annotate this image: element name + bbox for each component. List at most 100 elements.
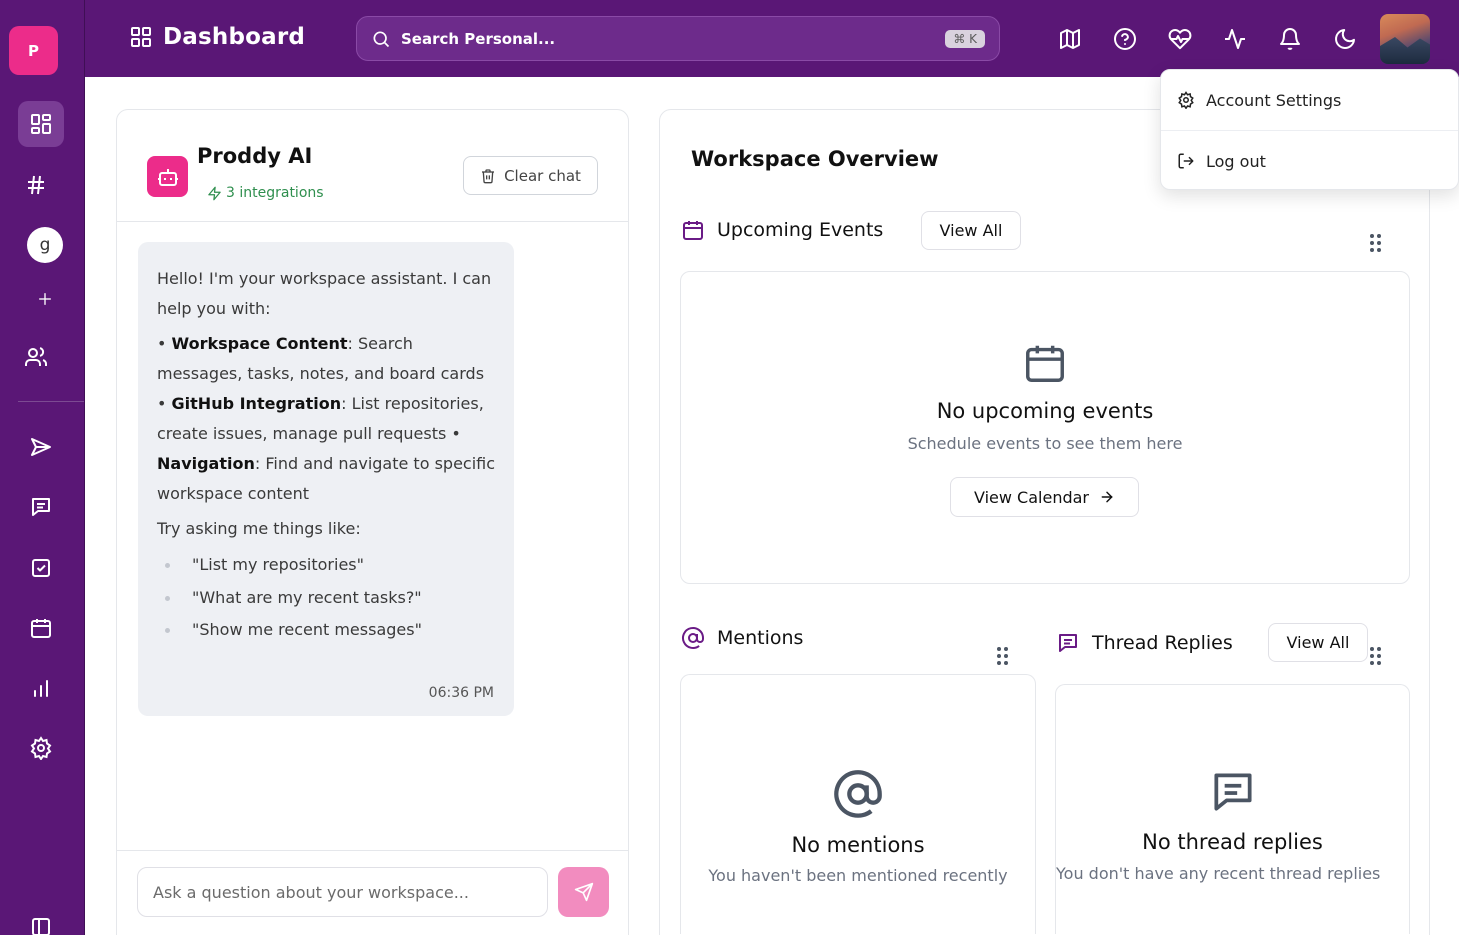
activity-icon bbox=[1225, 29, 1245, 49]
rail-collapse-button[interactable] bbox=[18, 904, 64, 935]
notifications-button[interactable] bbox=[1275, 24, 1305, 54]
rail-divider bbox=[18, 401, 84, 402]
assistant-message: Hello! I'm your workspace assistant. I c… bbox=[138, 242, 514, 716]
mentions-drag-handle[interactable] bbox=[997, 647, 1009, 667]
account-settings-label: Account Settings bbox=[1206, 90, 1342, 110]
chat-icon bbox=[1059, 634, 1077, 652]
threads-empty-subtitle: You don't have any recent thread replies bbox=[1056, 864, 1381, 883]
events-drag-handle[interactable] bbox=[1370, 234, 1382, 254]
mentions-empty-panel: No mentions You haven't been mentioned r… bbox=[680, 674, 1036, 934]
logout-label: Log out bbox=[1206, 151, 1266, 171]
user-avatar: g bbox=[27, 227, 63, 263]
clear-chat-button[interactable]: Clear chat bbox=[463, 156, 598, 195]
search-shortcut-badge: ⌘ K bbox=[945, 29, 985, 48]
threads-view-all-button[interactable]: View All bbox=[1268, 623, 1368, 662]
account-menu: Account Settings Log out bbox=[1160, 69, 1459, 190]
sidebar-toggle-icon bbox=[32, 918, 50, 935]
example-list: "List my repositories" "What are my rece… bbox=[157, 549, 496, 647]
message-intro: Hello! I'm your workspace assistant. I c… bbox=[157, 269, 492, 318]
overview-title: Workspace Overview bbox=[691, 147, 939, 171]
account-settings-item[interactable]: Account Settings bbox=[1161, 70, 1458, 130]
calendar-icon bbox=[31, 619, 51, 638]
events-empty-panel: No upcoming events Schedule events to se… bbox=[680, 271, 1410, 584]
moon-icon bbox=[1335, 29, 1355, 49]
rail-messages-button[interactable] bbox=[18, 484, 64, 530]
message-timestamp: 06:36 PM bbox=[428, 685, 494, 701]
integrations-label: 3 integrations bbox=[226, 185, 324, 201]
message-try-label: Try asking me things like: bbox=[157, 519, 361, 538]
search-icon bbox=[373, 31, 390, 47]
settings-icon bbox=[30, 736, 52, 760]
tasks-icon bbox=[32, 559, 50, 577]
chat-icon bbox=[1214, 773, 1252, 811]
page-title-text: Dashboard bbox=[163, 24, 306, 50]
bot-badge bbox=[147, 156, 188, 197]
send-icon bbox=[574, 882, 593, 902]
rail-dashboard-button[interactable] bbox=[18, 101, 64, 147]
bell-icon bbox=[1280, 28, 1300, 50]
rail-add-button[interactable] bbox=[22, 276, 68, 322]
rail-user-button[interactable]: g bbox=[22, 222, 68, 268]
events-empty-subtitle: Schedule events to see them here bbox=[907, 434, 1183, 453]
mentions-title: Mentions bbox=[717, 627, 804, 649]
search-input[interactable]: Search Personal... ⌘ K bbox=[356, 16, 1000, 61]
calendar-icon bbox=[1026, 345, 1064, 382]
profile-avatar[interactable] bbox=[1380, 14, 1430, 64]
workspace-initial: P bbox=[28, 41, 39, 60]
help-icon bbox=[1114, 28, 1136, 50]
rail-channels-button[interactable] bbox=[13, 162, 59, 208]
activity-button[interactable] bbox=[1220, 24, 1250, 54]
ask-input[interactable]: Ask a question about your workspace... bbox=[137, 867, 548, 917]
ai-composer: Ask a question about your workspace... bbox=[117, 850, 628, 935]
dashboard-icon bbox=[31, 114, 51, 134]
analytics-icon bbox=[34, 680, 48, 697]
send-button[interactable] bbox=[558, 867, 609, 917]
page-title: Dashboard bbox=[129, 24, 305, 50]
rail-analytics-button[interactable] bbox=[18, 665, 64, 711]
events-view-all-button[interactable]: View All bbox=[921, 211, 1021, 250]
theme-toggle-button[interactable] bbox=[1330, 24, 1360, 54]
rail-calendar-button[interactable] bbox=[18, 605, 64, 651]
at-sign-icon bbox=[682, 626, 704, 649]
threads-drag-handle[interactable] bbox=[1370, 647, 1382, 667]
trash-icon bbox=[482, 168, 495, 183]
ai-assistant-panel: Proddy AI 3 integrations Clear chat Hell… bbox=[116, 109, 629, 935]
health-button[interactable] bbox=[1165, 24, 1195, 54]
capability-label: Navigation bbox=[157, 454, 255, 473]
arrow-right-icon bbox=[1101, 491, 1113, 503]
ai-panel-header: Proddy AI 3 integrations Clear chat bbox=[117, 110, 628, 222]
clear-chat-label: Clear chat bbox=[504, 166, 581, 185]
workspace-overview-panel: Workspace Overview Upcoming Events View … bbox=[659, 109, 1430, 935]
chat-icon bbox=[32, 498, 50, 516]
ask-placeholder: Ask a question about your workspace... bbox=[153, 882, 469, 902]
example-item: "What are my recent tasks?" bbox=[157, 582, 496, 615]
view-calendar-button[interactable]: View Calendar bbox=[950, 477, 1139, 517]
rail-send-button[interactable] bbox=[18, 424, 64, 470]
mentions-heading: Mentions bbox=[681, 626, 803, 650]
threads-empty-title: No thread replies bbox=[1142, 830, 1323, 854]
integrations-link[interactable]: 3 integrations bbox=[207, 185, 324, 201]
calendar-icon bbox=[683, 221, 703, 240]
at-sign-icon bbox=[834, 770, 882, 818]
mentions-empty-title: No mentions bbox=[791, 833, 925, 857]
hash-icon bbox=[28, 175, 44, 195]
example-item: "List my repositories" bbox=[157, 549, 496, 582]
map-button[interactable] bbox=[1055, 24, 1085, 54]
workspace-switcher[interactable]: P bbox=[9, 26, 58, 75]
plus-icon bbox=[39, 293, 51, 305]
message-capabilities: • Workspace Content: Search messages, ta… bbox=[157, 334, 496, 503]
capability-label: Workspace Content bbox=[171, 334, 348, 353]
ai-title: Proddy AI bbox=[197, 144, 313, 168]
bot-icon bbox=[157, 168, 178, 186]
top-header: Dashboard Search Personal... ⌘ K bbox=[85, 0, 1459, 77]
map-icon bbox=[1060, 29, 1080, 49]
logout-item[interactable]: Log out bbox=[1161, 131, 1458, 191]
heart-pulse-icon bbox=[1168, 29, 1192, 50]
rail-tasks-button[interactable] bbox=[18, 545, 64, 591]
events-title: Upcoming Events bbox=[717, 219, 884, 241]
mentions-empty-subtitle: You haven't been mentioned recently bbox=[708, 866, 1008, 885]
rail-members-button[interactable] bbox=[13, 334, 59, 380]
rail-settings-button[interactable] bbox=[18, 725, 64, 771]
threads-empty-panel: No thread replies You don't have any rec… bbox=[1055, 684, 1410, 934]
help-button[interactable] bbox=[1110, 24, 1140, 54]
